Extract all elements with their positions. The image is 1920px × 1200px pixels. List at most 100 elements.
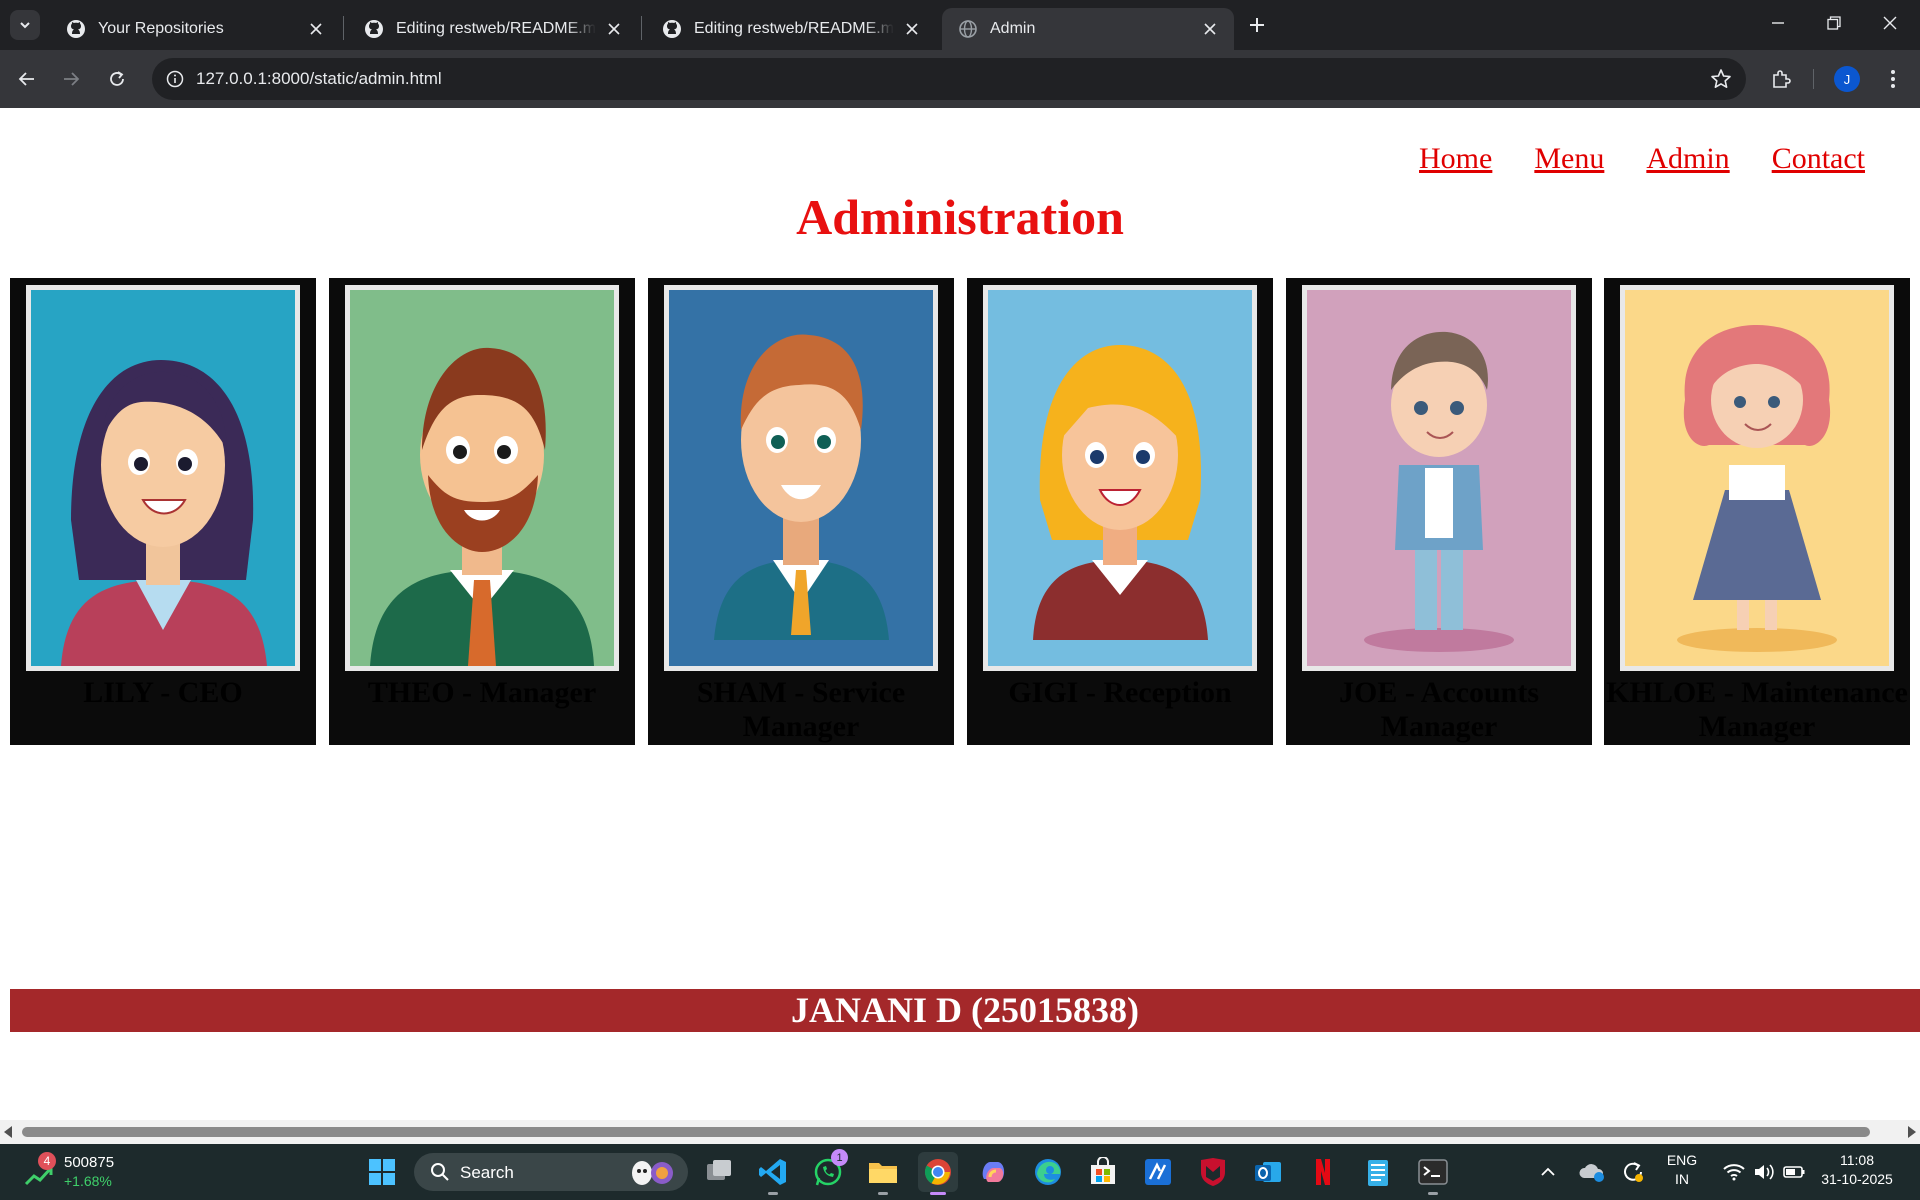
terminal-app[interactable] bbox=[1413, 1152, 1453, 1195]
new-tab-button[interactable] bbox=[1244, 12, 1270, 38]
notification-badge: 1 bbox=[831, 1149, 848, 1166]
outlook-app[interactable] bbox=[1248, 1152, 1288, 1192]
update-status[interactable] bbox=[1615, 1152, 1651, 1192]
staff-portrait bbox=[1620, 285, 1894, 671]
staff-caption: THEO - Manager bbox=[367, 676, 597, 709]
show-hidden-icons-button[interactable] bbox=[1533, 1152, 1563, 1192]
close-icon bbox=[1883, 16, 1897, 30]
azure-data-studio-app[interactable] bbox=[1138, 1152, 1178, 1192]
restore-button[interactable] bbox=[1806, 0, 1862, 46]
forward-button[interactable] bbox=[56, 64, 86, 94]
netflix-icon bbox=[1316, 1159, 1330, 1185]
nav-link-home[interactable]: Home bbox=[1419, 142, 1492, 176]
nav-link-menu[interactable]: Menu bbox=[1534, 142, 1604, 176]
staff-card: GIGI - Reception bbox=[967, 278, 1273, 745]
close-window-button[interactable] bbox=[1862, 0, 1918, 46]
tab-title: Editing restweb/README.md at bbox=[396, 20, 596, 37]
back-button[interactable] bbox=[12, 64, 42, 94]
chrome-app[interactable] bbox=[918, 1152, 958, 1195]
man-with-tie-avatar-illustration bbox=[669, 290, 933, 666]
extensions-button[interactable] bbox=[1766, 64, 1796, 94]
tab-admin[interactable]: Admin bbox=[942, 8, 1234, 50]
tab-editing-readme-2[interactable]: Editing restweb/README.md at bbox=[646, 8, 936, 50]
folder-icon bbox=[869, 1163, 897, 1183]
address-bar[interactable]: 127.0.0.1:8000/static/admin.html bbox=[152, 58, 1746, 100]
tab-separator bbox=[343, 16, 344, 40]
staff-caption: LILY - CEO bbox=[83, 676, 243, 709]
cloud-sync-icon bbox=[1579, 1164, 1604, 1182]
staff-card: THEO - Manager bbox=[329, 278, 635, 745]
plus-icon bbox=[1250, 18, 1264, 32]
minimize-button[interactable] bbox=[1750, 0, 1806, 46]
site-info-button[interactable] bbox=[160, 64, 190, 94]
profile-avatar[interactable]: J bbox=[1834, 66, 1860, 92]
search-label: Search bbox=[460, 1163, 514, 1182]
task-view-button[interactable] bbox=[699, 1152, 739, 1192]
edge-app[interactable] bbox=[1028, 1152, 1068, 1192]
scroll-right-arrow-icon[interactable] bbox=[1908, 1126, 1916, 1138]
mcafee-app[interactable] bbox=[1193, 1152, 1233, 1192]
browser-toolbar: 127.0.0.1:8000/static/admin.html J bbox=[0, 50, 1920, 108]
staff-portrait bbox=[983, 285, 1257, 671]
bookmark-star-icon[interactable] bbox=[1710, 68, 1732, 90]
girl-avatar-illustration bbox=[1625, 290, 1889, 666]
onedrive-status[interactable] bbox=[1574, 1152, 1610, 1192]
close-icon[interactable] bbox=[604, 19, 624, 39]
staff-portrait bbox=[664, 285, 938, 671]
copilot-icon bbox=[982, 1162, 1005, 1182]
clock-date: 31-10-2025 bbox=[1821, 1171, 1893, 1187]
scrollbar-thumb[interactable] bbox=[22, 1127, 1870, 1137]
tab-search-button[interactable] bbox=[10, 10, 40, 40]
taskbar-search[interactable]: Search bbox=[414, 1153, 688, 1191]
nav-link-contact[interactable]: Contact bbox=[1772, 142, 1865, 176]
staff-caption: SHAM - Service Manager bbox=[696, 676, 906, 743]
reload-button[interactable] bbox=[102, 64, 132, 94]
vscode-app[interactable] bbox=[753, 1152, 793, 1195]
chevron-up-icon bbox=[1541, 1167, 1555, 1176]
copilot-app[interactable] bbox=[973, 1152, 1013, 1192]
refresh-icon bbox=[1624, 1162, 1643, 1182]
halloween-search-highlight-icon bbox=[632, 1161, 673, 1185]
site-nav: Home Menu Admin Contact bbox=[1419, 142, 1865, 176]
notepad-icon bbox=[1368, 1160, 1388, 1186]
browser-menu-button[interactable] bbox=[1878, 64, 1908, 94]
microsoft-store-app[interactable] bbox=[1083, 1152, 1123, 1192]
url-text[interactable]: 127.0.0.1:8000/static/admin.html bbox=[196, 69, 442, 89]
start-button[interactable] bbox=[362, 1152, 402, 1192]
woman-avatar-illustration bbox=[31, 290, 295, 666]
staff-card: LILY - CEO bbox=[10, 278, 316, 745]
whatsapp-app[interactable]: 1 bbox=[808, 1149, 848, 1192]
close-icon[interactable] bbox=[1200, 19, 1220, 39]
browser-tab-bar: Your Repositories Editing restweb/README… bbox=[0, 0, 1920, 50]
netflix-app[interactable] bbox=[1303, 1152, 1343, 1192]
close-icon[interactable] bbox=[902, 19, 922, 39]
file-explorer-app[interactable] bbox=[863, 1152, 903, 1195]
kebab-menu-icon bbox=[1891, 70, 1895, 88]
nav-link-admin[interactable]: Admin bbox=[1646, 142, 1729, 176]
staff-caption: KHLOE - Maintenance Manager bbox=[1606, 676, 1908, 743]
task-view-icon bbox=[707, 1160, 731, 1180]
store-icon bbox=[1091, 1157, 1115, 1184]
search-icon bbox=[431, 1163, 449, 1181]
staff-card: KHLOE - Maintenance Manager bbox=[1604, 278, 1910, 745]
tab-editing-readme-1[interactable]: Editing restweb/README.md at bbox=[348, 8, 638, 50]
globe-icon bbox=[958, 19, 978, 39]
page-title: Administration bbox=[796, 189, 1124, 245]
restore-icon bbox=[1827, 16, 1841, 30]
toolbar-divider bbox=[1813, 69, 1814, 89]
quick-settings-button[interactable] bbox=[1716, 1152, 1812, 1192]
language-indicator[interactable]: ENG IN bbox=[1660, 1152, 1704, 1187]
github-icon bbox=[364, 19, 384, 39]
close-icon[interactable] bbox=[306, 19, 326, 39]
horizontal-scrollbar[interactable] bbox=[0, 1120, 1920, 1144]
puzzle-icon bbox=[1773, 70, 1791, 88]
chevron-down-icon bbox=[20, 22, 30, 29]
tab-your-repositories[interactable]: Your Repositories bbox=[50, 8, 340, 50]
clock[interactable]: 11:08 31-10-2025 bbox=[1812, 1152, 1902, 1187]
clock-time: 11:08 bbox=[1840, 1152, 1874, 1168]
scroll-left-arrow-icon[interactable] bbox=[4, 1126, 12, 1138]
tab-separator bbox=[641, 16, 642, 40]
forward-arrow-icon bbox=[64, 72, 80, 86]
stock-widget[interactable]: 4 500875 +1.68% bbox=[24, 1152, 134, 1192]
notepad-app[interactable] bbox=[1358, 1152, 1398, 1192]
